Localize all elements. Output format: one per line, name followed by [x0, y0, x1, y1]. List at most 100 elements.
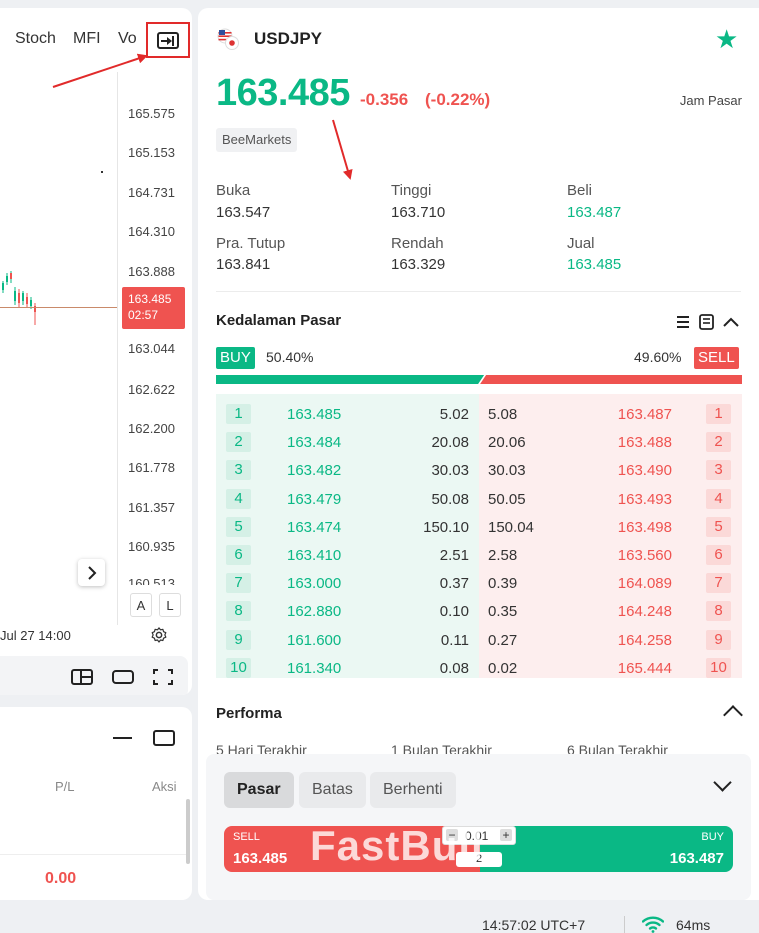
candle-body	[10, 273, 12, 279]
order-tab-limit[interactable]: Batas	[299, 772, 366, 808]
ask-level: 1	[706, 404, 731, 424]
buy-button-price: 163.487	[669, 850, 724, 867]
fullscreen-icon[interactable]	[152, 668, 174, 686]
order-book-row[interactable]: 7 163.000 0.37 0.39 164.089 7	[216, 569, 742, 597]
bid-price: 161.340	[287, 659, 342, 677]
chevron-up-icon[interactable]	[723, 317, 739, 327]
chevron-up-icon[interactable]	[723, 705, 743, 725]
watermark-logo: FastBull	[310, 822, 484, 869]
order-book-row[interactable]: 4 163.479 50.08 50.05 163.493 4	[216, 485, 742, 513]
candle-countdown: 02:57	[128, 308, 159, 322]
price-tick-label: 161.357	[128, 500, 175, 515]
ask-price: 164.258	[617, 631, 672, 649]
gear-icon[interactable]	[150, 626, 168, 644]
current-price-line	[0, 307, 117, 308]
bid-level: 7	[226, 573, 251, 594]
bid-volume: 0.08	[439, 659, 469, 677]
divider	[0, 854, 186, 855]
maximize-icon[interactable]	[153, 730, 175, 746]
order-tab-market[interactable]: Pasar	[224, 772, 294, 808]
market-depth-controls	[677, 314, 739, 330]
order-book-row[interactable]: 1 163.485 5.02 5.08 163.487 1	[216, 400, 742, 428]
chart-toolbar	[0, 656, 188, 695]
symbol-name: USDJPY	[254, 29, 323, 48]
stat-label-low: Rendah	[391, 235, 444, 252]
document-icon[interactable]	[699, 314, 714, 330]
ask-volume: 2.58	[488, 547, 518, 564]
stat-value-prev-close: 163.841	[216, 256, 271, 273]
bid-price: 163.485	[287, 406, 342, 423]
order-book-row[interactable]: 3 163.482 30.03 30.03 163.490 3	[216, 456, 742, 484]
order-book-row[interactable]: 2 163.484 20.08 20.06 163.488 2	[216, 428, 742, 456]
time-axis-label: Jul 27 14:00	[0, 628, 71, 643]
bid-volume: 0.11	[440, 631, 469, 649]
ask-price: 165.444	[617, 659, 672, 677]
candle-body	[26, 297, 28, 304]
ask-price: 163.493	[617, 490, 672, 508]
market-hours-link[interactable]: Jam Pasar	[680, 93, 742, 108]
indicator-tab-vo[interactable]: Vo	[118, 30, 137, 48]
window-icon[interactable]	[112, 668, 134, 686]
scroll-right-button[interactable]	[78, 559, 105, 586]
stat-value-open: 163.547	[216, 204, 271, 221]
indicator-tab-stoch[interactable]: Stoch	[15, 30, 56, 48]
price-tick-label: 165.153	[128, 145, 175, 160]
price-change-percent: (-0.22%)	[425, 90, 491, 109]
broker-badge[interactable]: BeeMarkets	[216, 128, 298, 152]
bid-volume: 2.51	[439, 547, 469, 564]
order-book-row[interactable]: 5 163.474 150.10 150.04 163.498 5	[216, 513, 742, 541]
minimize-icon[interactable]	[113, 737, 132, 739]
price-tick-label: 164.731	[128, 185, 175, 200]
ask-price: 164.248	[617, 603, 672, 621]
bid-level: 1	[226, 404, 251, 424]
candle-body	[22, 293, 24, 301]
layout-split-icon[interactable]	[71, 668, 93, 686]
ask-price: 163.487	[617, 406, 672, 423]
bid-price: 161.600	[287, 631, 342, 649]
candle-body	[14, 291, 16, 301]
price-tick-label: 164.310	[128, 224, 175, 239]
favorite-star-icon[interactable]: ★	[715, 26, 738, 52]
sell-button-label: SELL	[233, 831, 260, 843]
stat-value-low: 163.329	[391, 256, 446, 273]
bid-level: 8	[226, 601, 251, 622]
sell-ratio-fill	[480, 375, 742, 384]
ask-price: 163.488	[617, 434, 672, 452]
price-tick-label: 160.935	[128, 539, 175, 554]
stat-label-high: Tinggi	[391, 182, 432, 199]
order-book-row[interactable]: 10 161.340 0.08 0.02 165.444 10	[216, 654, 742, 682]
log-scale-button[interactable]: L	[159, 593, 181, 617]
list-icon[interactable]	[677, 316, 689, 328]
price-axis-line	[117, 72, 118, 625]
status-bar: 14:57:02 UTC+7 64ms	[0, 908, 759, 933]
buy-button-label: BUY	[701, 831, 724, 843]
collapse-panel-button[interactable]	[146, 22, 190, 58]
auto-scale-button[interactable]: A	[130, 593, 152, 617]
order-book-row[interactable]: 8 162.880 0.10 0.35 164.248 8	[216, 597, 742, 625]
price-tick-label: 160.513	[128, 576, 175, 585]
buy-button[interactable]: BUY 163.487	[480, 826, 733, 872]
scrollbar[interactable]	[186, 799, 190, 864]
ask-price: 163.490	[617, 462, 672, 480]
server-clock: 14:57:02 UTC+7	[482, 917, 586, 933]
order-book: 1 163.485 5.02 5.08 163.487 1 2 163.484 20.08 20.…	[216, 394, 742, 678]
candle-body	[18, 293, 20, 303]
ask-volume: 30.03	[488, 462, 526, 480]
ask-volume: 20.06	[488, 434, 526, 452]
candle-body	[2, 283, 4, 290]
price-tick-label: 163.044	[128, 341, 175, 356]
chevron-down-icon[interactable]	[713, 773, 732, 792]
bid-volume: 0.10	[439, 603, 469, 621]
stat-value-bid: 163.487	[567, 204, 622, 221]
bid-price: 163.479	[287, 490, 342, 508]
lot-increase-button[interactable]: +	[500, 829, 512, 841]
bid-volume: 150.10	[423, 518, 469, 536]
order-book-row[interactable]: 9 161.600 0.11 0.27 164.258 9	[216, 626, 742, 654]
bid-level: 6	[226, 545, 251, 565]
candlesticks[interactable]	[0, 263, 40, 333]
order-tab-stop[interactable]: Berhenti	[370, 772, 456, 808]
price-tick-label: 163.888	[128, 264, 175, 279]
order-book-row[interactable]: 6 163.410 2.51 2.58 163.560 6	[216, 541, 742, 569]
indicator-tab-mfi[interactable]: MFI	[73, 30, 101, 48]
bid-volume: 20.08	[431, 434, 469, 452]
